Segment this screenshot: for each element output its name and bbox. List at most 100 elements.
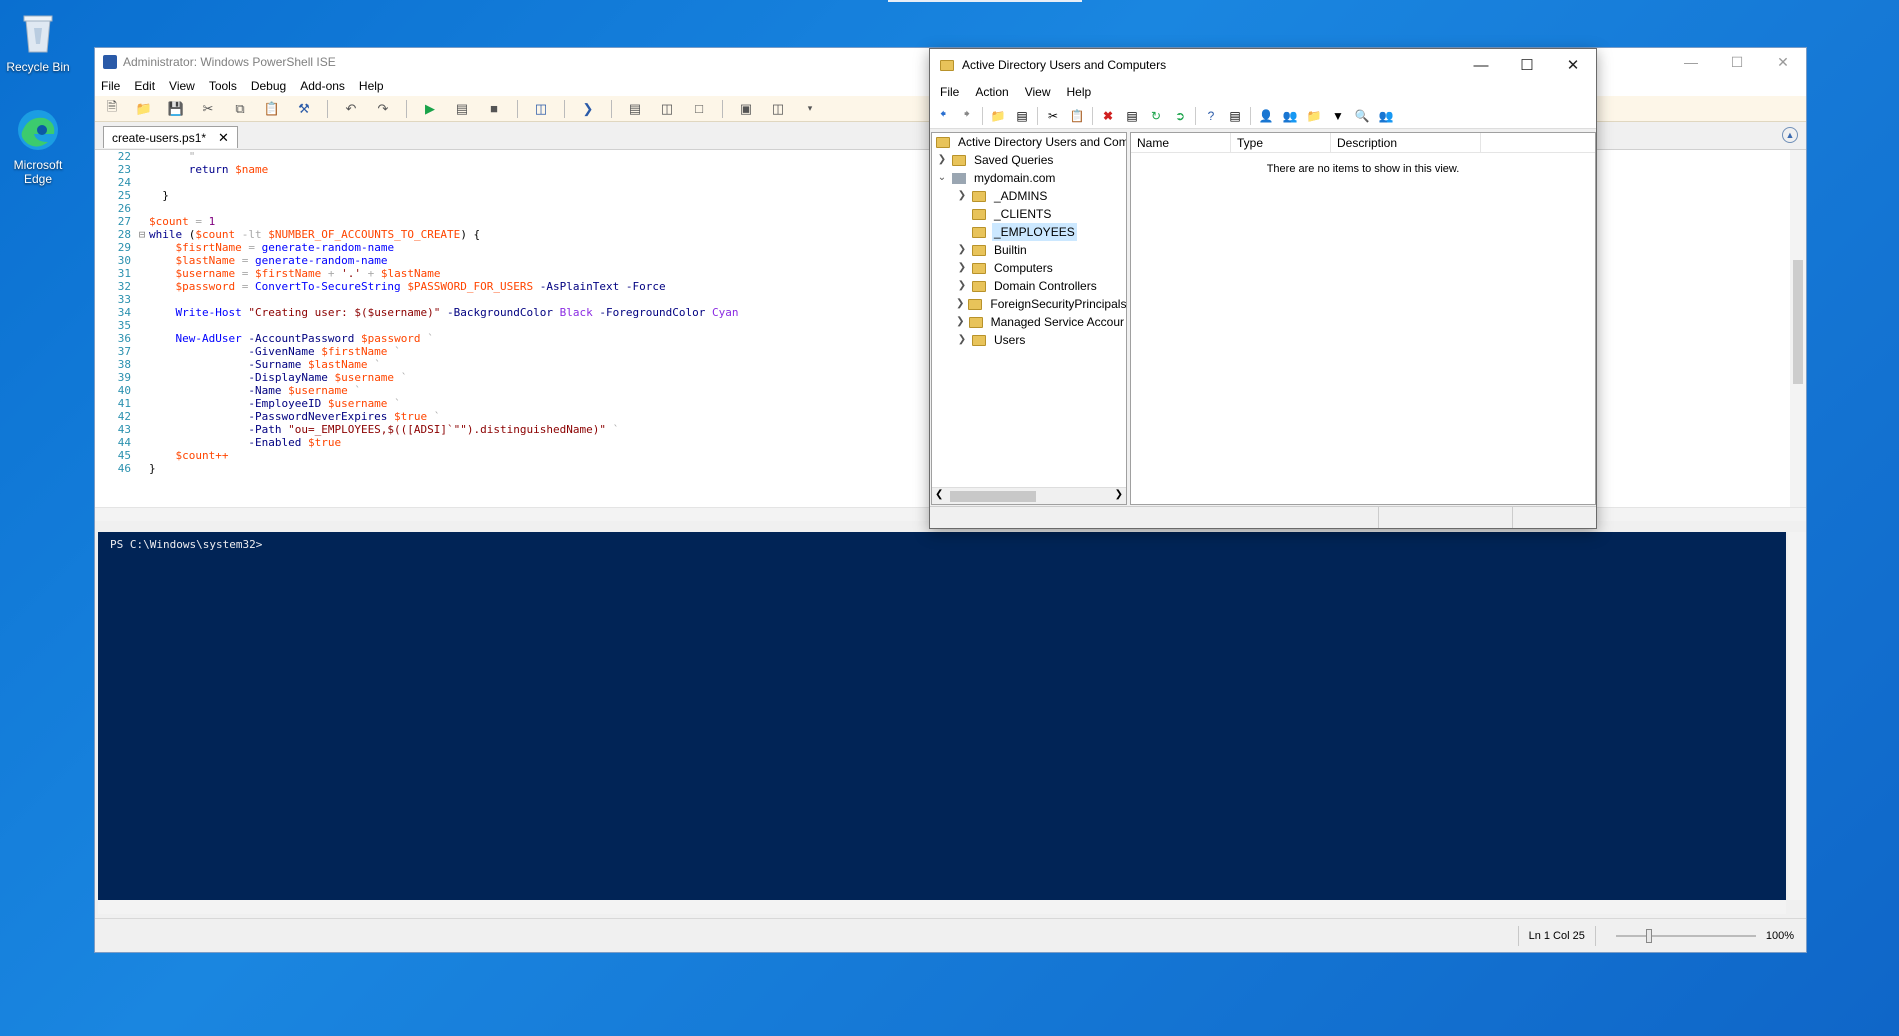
aduc-close-button[interactable]: ✕ (1550, 49, 1596, 81)
ise-minimize-button[interactable]: — (1668, 48, 1714, 76)
back-arrow-icon[interactable]: 🠸 (934, 107, 952, 125)
tree-item-domain[interactable]: ⌄ mydomain.com (932, 169, 1126, 187)
new-group-icon[interactable]: 👥 (1281, 107, 1299, 125)
aduc-menu-file[interactable]: File (940, 85, 959, 99)
tab-create-users[interactable]: create-users.ps1* ✕ (103, 126, 238, 148)
layout-top-icon[interactable]: ▤ (626, 100, 644, 118)
forward-arrow-icon[interactable]: 🠺 (958, 107, 976, 125)
find-icon[interactable]: 🔍 (1353, 107, 1371, 125)
list-header: Name Type Description (1131, 133, 1595, 153)
open-folder-icon[interactable]: 📁 (135, 100, 153, 118)
delete-icon[interactable]: ✖ (1099, 107, 1117, 125)
tree-item-saved-queries[interactable]: ❯ Saved Queries (932, 151, 1126, 169)
show-console-tree-icon[interactable]: ▤ (1013, 107, 1031, 125)
action-pane-icon[interactable]: ▤ (1226, 107, 1244, 125)
help-icon[interactable]: ? (1202, 107, 1220, 125)
ise-menu-file[interactable]: File (101, 79, 120, 93)
zoom-slider[interactable] (1615, 928, 1756, 943)
editor-vertical-scrollbar[interactable] (1790, 150, 1806, 508)
chevron-right-icon[interactable]: ❯ (956, 241, 968, 259)
cut-icon[interactable]: ✂ (1044, 107, 1062, 125)
add-to-group-icon[interactable]: 👥 (1377, 107, 1395, 125)
tree-item-managed-service-accounts[interactable]: ❯ Managed Service Accour (932, 313, 1126, 331)
tree-item-computers[interactable]: ❯ Computers (932, 259, 1126, 277)
aduc-root-icon (936, 136, 950, 148)
details-list: Name Type Description There are no items… (1130, 132, 1596, 505)
aduc-menu-help[interactable]: Help (1067, 85, 1092, 99)
ise-menu-view[interactable]: View (169, 79, 195, 93)
scroll-left-icon[interactable]: ❮ (935, 489, 943, 500)
layout-right-icon[interactable]: ◫ (658, 100, 676, 118)
run-script-icon[interactable]: ▶ (421, 100, 439, 118)
up-folder-icon[interactable]: 📁 (989, 107, 1007, 125)
tree-item-employees[interactable]: _EMPLOYEES (932, 223, 1126, 241)
new-file-icon[interactable]: 🗎 (103, 99, 121, 118)
chevron-right-icon[interactable]: ❯ (956, 277, 968, 295)
command-addon-icon[interactable]: ◫ (769, 100, 787, 118)
tree-scroll-thumb[interactable] (950, 491, 1036, 502)
ise-maximize-button[interactable]: ☐ (1714, 48, 1760, 76)
aduc-title-bar[interactable]: Active Directory Users and Computers — ☐… (930, 49, 1596, 81)
export-list-icon[interactable]: ➲ (1171, 107, 1189, 125)
tree-item-root[interactable]: Active Directory Users and Com (932, 133, 1126, 151)
chevron-right-icon[interactable]: ❯ (936, 151, 948, 169)
chevron-right-icon[interactable]: ❯ (956, 295, 964, 313)
copy-icon[interactable]: 📋 (1068, 107, 1086, 125)
recycle-bin-shortcut[interactable]: Recycle Bin (0, 8, 76, 74)
console-horizontal-scrollbar[interactable] (98, 900, 1786, 914)
stop-icon[interactable]: ■ (485, 100, 503, 118)
ise-close-button[interactable]: ✕ (1760, 48, 1806, 76)
run-selection-icon[interactable]: ▤ (453, 100, 471, 118)
column-description[interactable]: Description (1331, 133, 1481, 152)
save-icon[interactable]: 💾 (167, 100, 185, 118)
refresh-icon[interactable]: ↻ (1147, 107, 1165, 125)
show-commands-icon[interactable]: ▣ (737, 100, 755, 118)
console-pane[interactable]: PS C:\Windows\system32> (98, 532, 1786, 900)
redo-icon[interactable]: ↷ (374, 100, 392, 118)
column-type[interactable]: Type (1231, 133, 1331, 152)
aduc-maximize-button[interactable]: ☐ (1504, 49, 1550, 81)
tree-item-foreign-security-principals[interactable]: ❯ ForeignSecurityPrincipals (932, 295, 1126, 313)
column-name[interactable]: Name (1131, 133, 1231, 152)
chevron-right-icon[interactable]: ❯ (956, 259, 968, 277)
undo-icon[interactable]: ↶ (342, 100, 360, 118)
cut-icon[interactable]: ✂ (199, 100, 217, 118)
chevron-down-icon[interactable]: ⌄ (936, 169, 948, 187)
fold-toggle-icon[interactable]: ⊟ (135, 228, 149, 241)
chevron-right-icon[interactable]: ❯ (956, 313, 965, 331)
ise-menu-debug[interactable]: Debug (251, 79, 286, 93)
copy-icon[interactable]: ⧉ (231, 100, 249, 118)
collapse-pane-icon[interactable]: ▲ (1782, 127, 1798, 143)
chevron-right-icon[interactable]: ❯ (956, 331, 968, 349)
tree-item-admins[interactable]: ❯ _ADMINS (932, 187, 1126, 205)
new-user-icon[interactable]: 👤 (1257, 107, 1275, 125)
filter-icon[interactable]: ▼ (1329, 107, 1347, 125)
paste-icon[interactable]: 📋 (263, 100, 281, 118)
tree-item-clients[interactable]: _CLIENTS (932, 205, 1126, 223)
aduc-minimize-button[interactable]: — (1458, 49, 1504, 81)
ise-menu-edit[interactable]: Edit (134, 79, 155, 93)
layout-max-icon[interactable]: □ (690, 100, 708, 118)
aduc-menu-view[interactable]: View (1025, 85, 1051, 99)
tree-item-users[interactable]: ❯ Users (932, 331, 1126, 349)
aduc-menu-action[interactable]: Action (975, 85, 1008, 99)
close-tab-icon[interactable]: ✕ (218, 130, 229, 146)
zoom-slider-thumb[interactable] (1645, 928, 1652, 943)
properties-icon[interactable]: ▤ (1123, 107, 1141, 125)
new-ou-icon[interactable]: 📁 (1305, 107, 1323, 125)
chevron-right-icon[interactable]: ❯ (956, 187, 968, 205)
remote-powershell-icon[interactable]: ◫ (532, 100, 550, 118)
toolbar-overflow-icon[interactable]: ▾ (801, 100, 819, 118)
powershell-console-icon[interactable]: ❯ (579, 100, 597, 118)
tab-label: create-users.ps1* (112, 130, 207, 145)
ise-menu-tools[interactable]: Tools (209, 79, 237, 93)
ise-menu-addons[interactable]: Add-ons (300, 79, 345, 93)
console-vertical-scrollbar[interactable] (1788, 532, 1806, 900)
clear-console-icon[interactable]: ⚒ (295, 100, 313, 118)
tree-item-domain-controllers[interactable]: ❯ Domain Controllers (932, 277, 1126, 295)
scroll-right-icon[interactable]: ❯ (1115, 489, 1123, 500)
edge-shortcut[interactable]: Microsoft Edge (0, 106, 76, 186)
ise-menu-help[interactable]: Help (359, 79, 384, 93)
tree-item-builtin[interactable]: ❯ Builtin (932, 241, 1126, 259)
tree-horizontal-scrollbar[interactable]: ❮ ❯ (932, 487, 1126, 504)
